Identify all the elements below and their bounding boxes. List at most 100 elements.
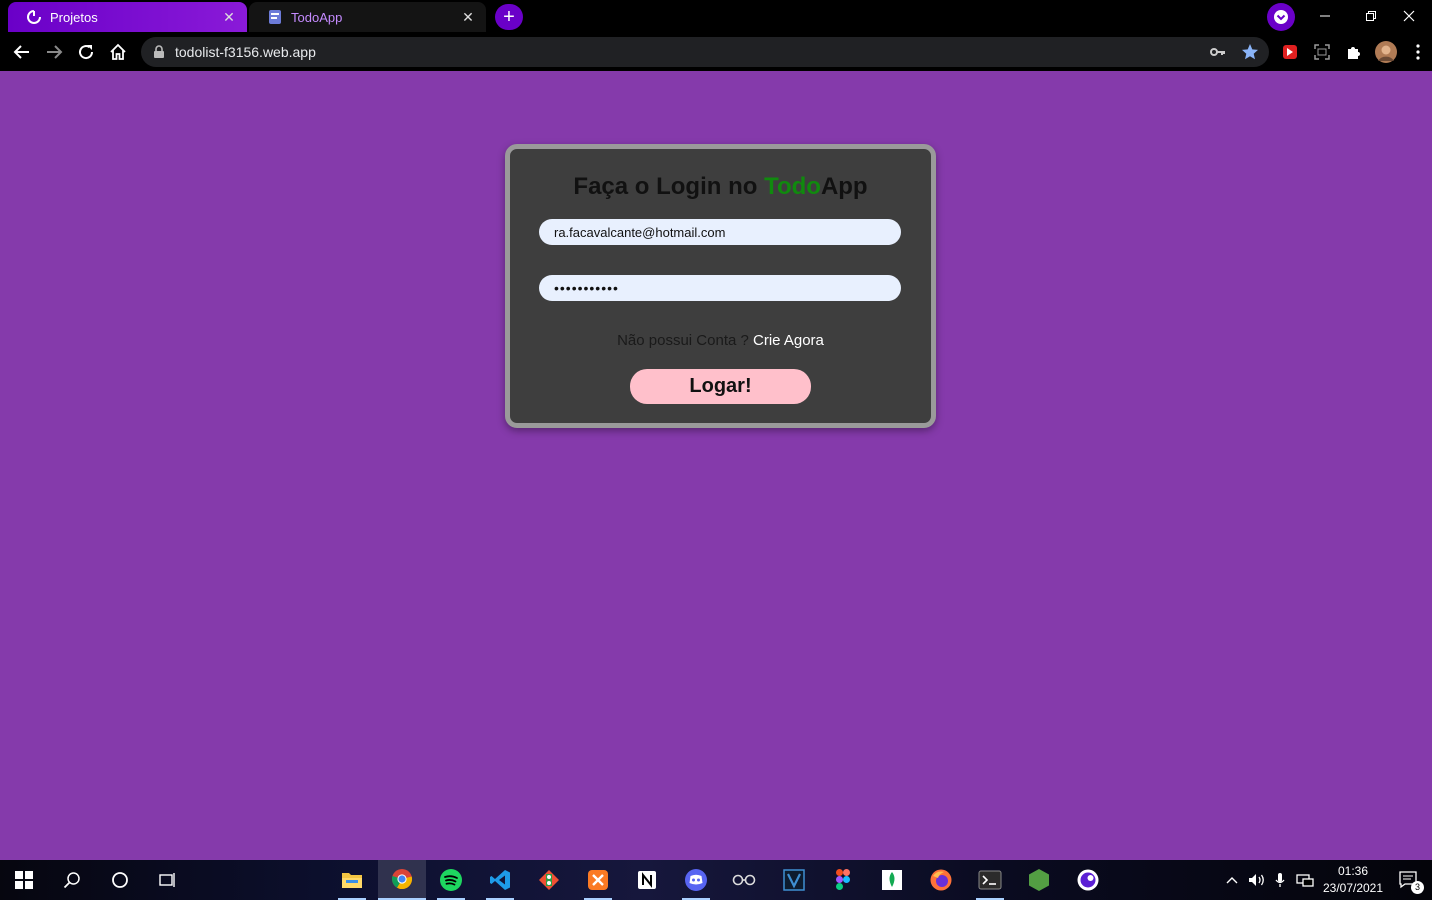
screenshot-icon [1314, 44, 1330, 60]
title-prefix: Faça o Login no [573, 173, 765, 200]
chevron-up-icon [1226, 877, 1238, 884]
microphone-button[interactable] [1271, 860, 1289, 900]
tab-todoapp[interactable]: TodoApp ✕ [249, 2, 486, 32]
title-accent: Todo [764, 173, 821, 200]
taskbar-xampp[interactable] [574, 860, 622, 900]
key-icon [1210, 48, 1225, 56]
signup-prompt-text: Não possui Conta ? [617, 332, 749, 349]
task-view-button[interactable] [144, 860, 192, 900]
loading-spinner-icon [26, 9, 42, 25]
windows-start-icon [15, 871, 33, 889]
firefox-icon [930, 869, 952, 891]
taskbar-vscode[interactable] [476, 860, 524, 900]
kebab-menu-icon [1416, 44, 1420, 60]
tab-title: TodoApp [291, 9, 343, 25]
figma-icon [836, 869, 850, 890]
taskbar-app-circle[interactable] [1064, 860, 1112, 900]
bookmark-star-button[interactable] [1237, 39, 1263, 65]
extension-red-button[interactable] [1277, 39, 1303, 65]
git-icon [539, 870, 559, 890]
taskbar-figma[interactable] [819, 860, 867, 900]
signup-prompt: Não possui Conta ? Crie Agora [510, 332, 931, 349]
chevron-down-icon [1274, 10, 1288, 24]
taskbar-notion[interactable] [623, 860, 671, 900]
nodejs-icon [1029, 869, 1049, 891]
extensions-button[interactable] [1341, 39, 1367, 65]
profile-avatar-button[interactable] [1373, 39, 1399, 65]
discord-icon [685, 869, 707, 891]
restore-icon [1366, 11, 1376, 21]
lock-icon [154, 45, 164, 58]
reload-icon [79, 45, 94, 60]
minimize-button[interactable] [1302, 0, 1348, 32]
taskbar-file-explorer[interactable] [328, 860, 376, 900]
todoapp-favicon [267, 9, 283, 25]
notifications-button[interactable]: 3 [1394, 860, 1424, 900]
signup-link[interactable]: Crie Agora [753, 332, 824, 349]
start-button[interactable] [0, 860, 48, 900]
new-tab-button[interactable]: + [495, 4, 523, 30]
title-suffix: App [820, 173, 868, 200]
volume-button[interactable] [1245, 860, 1269, 900]
tray-overflow-button[interactable] [1222, 860, 1242, 900]
network-icon [1296, 874, 1314, 887]
back-icon [13, 45, 29, 59]
home-button[interactable] [103, 37, 133, 67]
taskbar-spotify[interactable] [427, 860, 475, 900]
back-button[interactable] [7, 37, 37, 67]
forward-icon [47, 45, 63, 59]
clock-time: 01:36 [1337, 864, 1369, 878]
close-icon [1403, 10, 1415, 22]
login-button[interactable]: Logar! [630, 369, 811, 404]
tab-title: Projetos [50, 9, 98, 25]
taskbar-glasses-app[interactable] [720, 860, 768, 900]
taskbar-discord[interactable] [672, 860, 720, 900]
avatar [1375, 41, 1397, 63]
login-card: Faça o Login no TodoApp Não possui Conta… [505, 144, 936, 428]
password-key-button[interactable] [1205, 39, 1231, 65]
extension-red-icon [1283, 45, 1297, 59]
home-icon [110, 43, 126, 60]
screenshot-button[interactable] [1309, 39, 1335, 65]
reload-button[interactable] [71, 37, 101, 67]
browser-toolbar: todolist-f3156.web.app [0, 34, 1432, 71]
mongodb-icon [882, 870, 902, 890]
close-tab-icon[interactable]: ✕ [221, 9, 237, 25]
email-input[interactable] [539, 219, 901, 245]
terminal-icon [978, 870, 1002, 890]
tab-strip: Projetos ✕ TodoApp ✕ + [0, 0, 1432, 34]
spotify-icon [440, 869, 462, 891]
search-icon [63, 872, 80, 889]
taskbar-terminal[interactable] [966, 860, 1014, 900]
tab-projetos[interactable]: Projetos ✕ [8, 2, 247, 32]
vscode-icon [490, 870, 510, 890]
address-bar[interactable]: todolist-f3156.web.app [141, 37, 1269, 67]
taskbar-git[interactable] [525, 860, 573, 900]
glasses-icon [732, 874, 756, 886]
close-window-button[interactable] [1386, 0, 1432, 32]
forward-button[interactable] [39, 37, 69, 67]
close-tab-icon[interactable]: ✕ [460, 9, 476, 25]
taskbar-mongodb[interactable] [868, 860, 916, 900]
xampp-icon [588, 870, 608, 890]
app-circle-icon [1077, 869, 1099, 891]
password-input[interactable] [539, 275, 901, 301]
taskbar-chrome[interactable] [378, 860, 426, 900]
task-view-icon [159, 873, 175, 887]
url-text: todolist-f3156.web.app [175, 44, 316, 60]
volume-icon [1249, 874, 1264, 886]
login-title: Faça o Login no TodoApp [510, 173, 931, 201]
taskbar-nodejs[interactable] [1015, 860, 1063, 900]
taskbar-vue[interactable] [770, 860, 818, 900]
windows-taskbar: 01:36 23/07/2021 3 [0, 860, 1432, 900]
tab-search-button[interactable] [1267, 3, 1295, 31]
system-clock[interactable]: 01:36 23/07/2021 [1318, 863, 1388, 897]
minimize-icon [1320, 15, 1330, 17]
taskbar-firefox[interactable] [917, 860, 965, 900]
cortana-button[interactable] [96, 860, 144, 900]
clock-date: 23/07/2021 [1322, 881, 1384, 895]
search-button[interactable] [48, 860, 96, 900]
network-button[interactable] [1293, 860, 1317, 900]
star-icon [1242, 44, 1258, 60]
chrome-menu-button[interactable] [1405, 39, 1431, 65]
